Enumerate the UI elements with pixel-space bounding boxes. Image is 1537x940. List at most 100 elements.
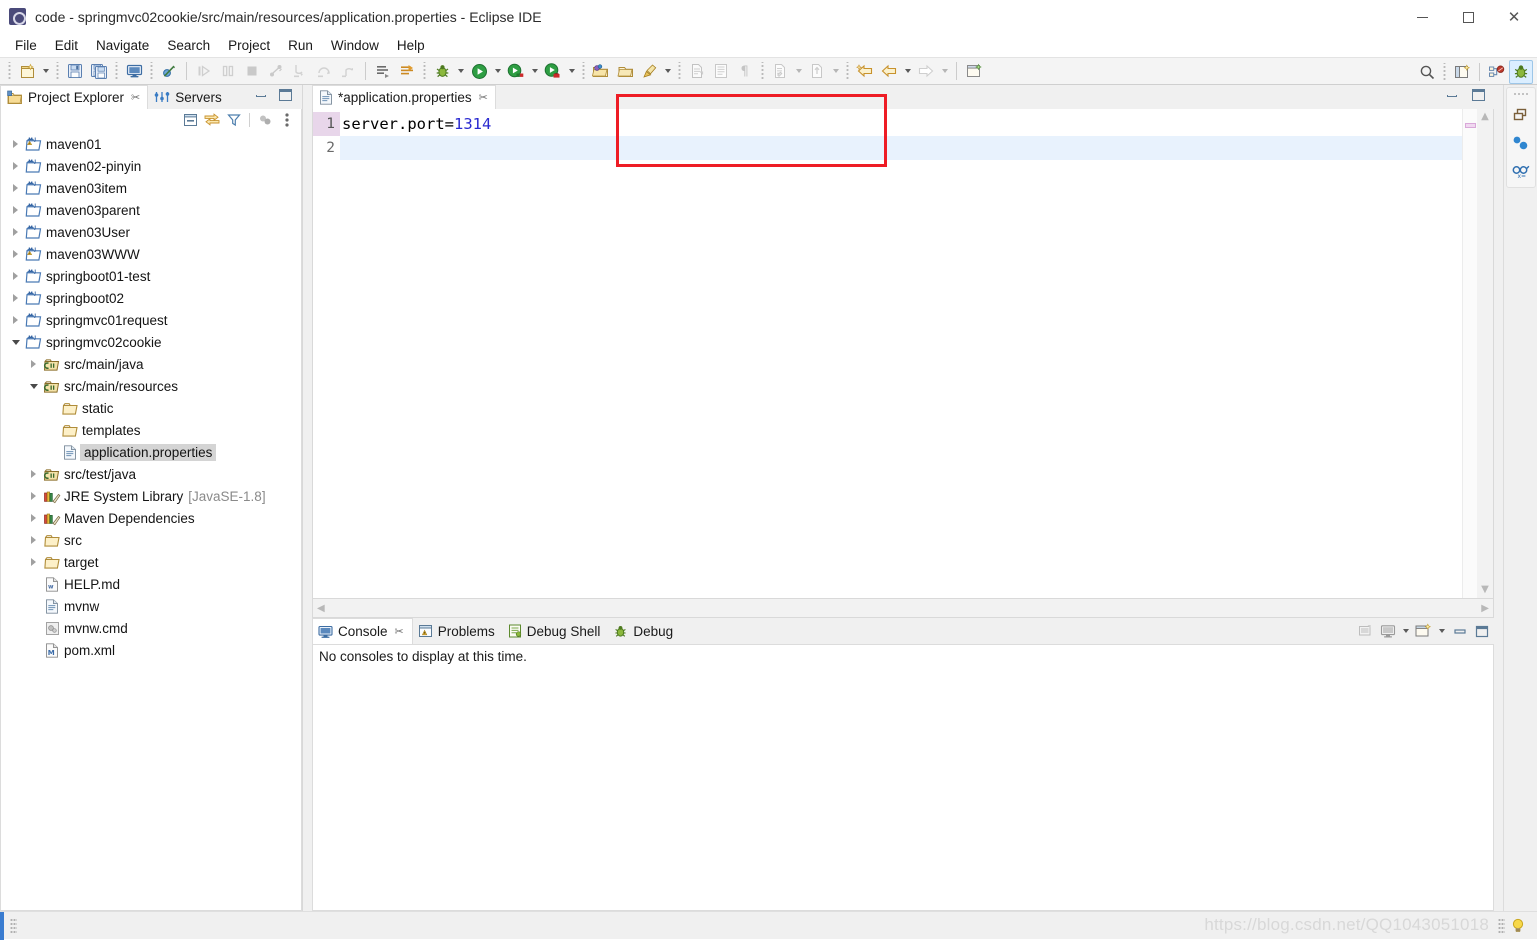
tree-item-springboot01-test[interactable]: M J springboot01-test [1,265,301,287]
new-untitled-text-file-button[interactable] [685,59,709,83]
menu-edit[interactable]: Edit [46,36,87,55]
tab-debug[interactable]: Debug [608,618,681,644]
tree-item-mvnw[interactable]: mvnw [1,595,301,617]
menu-navigate[interactable]: Navigate [87,36,158,55]
tree-item-maven03www[interactable]: M J maven03WWW [1,243,301,265]
terminate-button[interactable] [240,59,264,83]
chevron-right-icon[interactable] [7,272,24,280]
debug-button[interactable] [430,59,454,83]
tree-item-maven03parent[interactable]: M J maven03parent [1,199,301,221]
chevron-right-icon[interactable] [25,470,42,478]
view-menu-button[interactable] [277,110,297,130]
terminate-console-button[interactable] [1355,621,1376,642]
run-button[interactable] [467,59,491,83]
chevron-right-icon[interactable] [7,184,24,192]
chevron-right-icon[interactable] [7,140,24,148]
quick-access-search-button[interactable] [1415,60,1439,84]
maximize-view-button[interactable] [279,89,292,101]
back-to-button[interactable] [853,59,877,83]
close-icon[interactable]: ✂ [395,626,404,637]
new-wizard-dropdown[interactable] [39,59,52,83]
toolbar-drag-handle-6[interactable] [580,62,587,80]
tree-item-src[interactable]: src [1,529,301,551]
code-content[interactable]: server.port=1314 [340,109,1462,598]
code-line-1[interactable]: server.port=1314 [340,112,1462,136]
tab-console[interactable]: Console ✂ [312,618,413,644]
tree-item-templates[interactable]: templates [1,419,301,441]
save-all-button[interactable] [87,59,111,83]
scroll-right-icon[interactable]: ▶ [1481,603,1489,614]
skip-breakpoints-button[interactable] [157,59,181,83]
close-icon[interactable]: ✂ [131,92,140,103]
open-console-button[interactable] [1413,621,1434,642]
toggle-block-selection-button[interactable] [709,59,733,83]
toolbar-drag-handle-4[interactable] [148,62,155,80]
forward-dropdown[interactable] [938,59,951,83]
scroll-down-icon[interactable]: ▼ [1481,585,1489,595]
previous-edit-dropdown[interactable] [901,59,914,83]
toolbar-drag-handle-8[interactable] [759,62,766,80]
tab-servers[interactable]: Servers [148,85,229,109]
save-button[interactable] [63,59,87,83]
forward-button[interactable] [914,59,938,83]
working-sets-button[interactable] [255,110,275,130]
status-grip-right[interactable] [1498,918,1505,934]
close-icon[interactable]: ✂ [479,92,488,103]
breakpoints-view-button[interactable] [1510,132,1532,153]
menu-window[interactable]: Window [322,36,388,55]
step-return-button[interactable] [336,59,360,83]
chevron-right-icon[interactable] [7,294,24,302]
link-editor-button[interactable] [202,110,222,130]
run-as-server-button[interactable] [504,59,528,83]
fast-view-drag-handle[interactable] [1513,92,1529,97]
tree-item-src-main-java[interactable]: src/main/java [1,353,301,375]
open-type-button[interactable] [805,59,829,83]
minimize-console-button[interactable] [1449,621,1470,642]
collapse-all-button[interactable] [180,110,200,130]
minimize-view-button[interactable] [256,89,268,101]
editor-horizontal-scrollbar[interactable]: ◀ ▶ [312,599,1494,618]
chevron-right-icon[interactable] [25,558,42,566]
variables-view-button[interactable]: x= [1510,160,1532,181]
tree-item-help-md[interactable]: w HELP.md [1,573,301,595]
step-into-button[interactable] [288,59,312,83]
tree-item-pom-xml[interactable]: M pom.xml [1,639,301,661]
menu-run[interactable]: Run [279,36,322,55]
suspend-button[interactable] [216,59,240,83]
status-grip[interactable] [10,918,17,934]
chevron-right-icon[interactable] [7,206,24,214]
maximize-editor-button[interactable] [1472,89,1485,101]
tree-item-jre-system-library[interactable]: JRE System Library[JavaSE-1.8] [1,485,301,507]
chevron-right-icon[interactable] [7,162,24,170]
open-perspective-button[interactable] [1450,60,1474,84]
previous-annotation-button[interactable] [395,59,419,83]
maximize-window-button[interactable] [1445,0,1491,34]
tree-item-maven-dependencies[interactable]: Maven Dependencies [1,507,301,529]
tree-item-springmvc02cookie[interactable]: M J springmvc02cookie [1,331,301,353]
chevron-right-icon[interactable] [7,316,24,324]
tree-item-springmvc01request[interactable]: M J springmvc01request [1,309,301,331]
minimize-window-button[interactable] [1399,0,1445,34]
external-tools-dropdown[interactable] [661,59,674,83]
console-output[interactable]: No consoles to display at this time. [312,644,1494,911]
step-over-button[interactable] [312,59,336,83]
scroll-up-icon[interactable]: ▲ [1481,112,1489,122]
toolbar-drag-handle-9[interactable] [844,62,851,80]
resume-button[interactable] [192,59,216,83]
tip-bulb-icon[interactable] [1509,917,1527,935]
display-console-dropdown[interactable] [1399,619,1412,643]
tab-problems[interactable]: Problems [413,618,503,644]
new-wizard-button[interactable] [15,59,39,83]
chevron-right-icon[interactable] [7,228,24,236]
open-console-button[interactable] [122,59,146,83]
open-type-dropdown[interactable] [829,59,842,83]
chevron-right-icon[interactable] [25,492,42,500]
new-editor-button[interactable] [962,59,986,83]
chevron-right-icon[interactable] [25,514,42,522]
scroll-left-icon[interactable]: ◀ [317,603,325,614]
open-console-dropdown[interactable] [1435,619,1448,643]
tree-item-maven03user[interactable]: M J maven03User [1,221,301,243]
tree-item-target[interactable]: target [1,551,301,573]
close-window-button[interactable]: ✕ [1491,0,1537,34]
menu-file[interactable]: File [6,36,46,55]
